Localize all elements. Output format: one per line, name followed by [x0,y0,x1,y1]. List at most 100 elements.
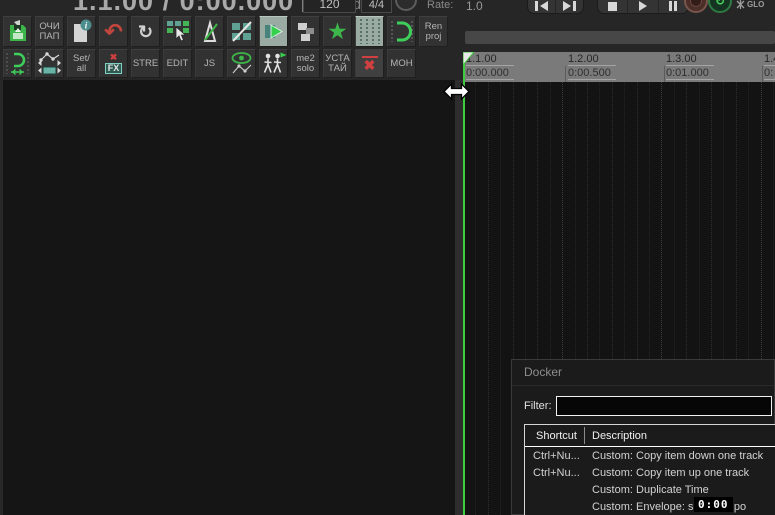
toolbar-favorite-button[interactable]: ★ [323,16,352,47]
transport-time-display[interactable]: 1.1.00 / 0:00.000 [73,0,294,17]
toolbar-button-label: JS [203,57,216,69]
pause-icon [669,1,673,11]
toolbar-button-label: Set/ all [73,52,90,74]
toolbar-snap-to-grid-button[interactable] [355,16,384,47]
timeline-ruler[interactable]: 1.1.00 0:00.000 1.2.00 0:00.500 1.3.00 0:01.0… [463,52,775,82]
track-panel-area [3,80,455,515]
description-cell: Custom: Duplicate Time [592,483,709,496]
star-icon: ★ [328,20,347,43]
go-to-end-button[interactable] [555,0,583,13]
table-row[interactable]: Custom: Duplicate Time [525,481,775,498]
toolbar-ochi-pap-button[interactable]: ОЧИ ПАП [35,16,64,47]
toolbar-row-2: Set/ all ✖ FX STRE EDIT JS me2 solo УСТА ТАЙ ✖ МО… [3,49,416,78]
docker-window: Docker Filter: Shortcut Description Ctrl… [511,359,775,515]
horizontal-scrollbar[interactable] [465,31,775,44]
play-icon [638,1,647,11]
stop-icon [608,1,618,11]
grid-hand-icon [166,19,190,45]
record-icon [690,0,702,7]
toolbar-envelope-visibility-button[interactable] [227,49,256,78]
bpm-field[interactable]: 120 [303,0,356,13]
ruler-beat-separator [664,66,665,82]
grid-line [475,82,476,515]
loop-dashed-icon [388,18,415,45]
docker-title[interactable]: Docker [524,365,562,379]
toolbar-grid-settings-button[interactable] [163,16,192,47]
description-cell: Custom: Copy item down one track [592,449,764,462]
ruler-time-label: 0:00.000 [466,67,514,80]
column-header-shortcut[interactable]: Shortcut [525,430,584,442]
toolbar-render-project-button[interactable]: Ren proj [419,16,448,47]
toolbar-loop-points-button[interactable] [3,49,32,78]
go-to-start-button[interactable] [528,0,555,13]
toolbar-save-project-button[interactable] [3,16,32,47]
repeat-button[interactable]: ↻ [708,0,732,13]
toolbar-edit-button[interactable]: EDIT [163,49,192,78]
ruler-time-label: 0:01.000 [666,67,714,80]
toolbar-item-play-button[interactable] [259,16,288,47]
toolbar-row-1: ОЧИ ПАП i ↶ ↻ ★ Ren proj [3,16,448,47]
toolbar-walk-items-button[interactable] [259,49,288,78]
filter-input[interactable] [555,396,772,416]
redo-icon: ↻ [137,21,154,42]
list-rows: Ctrl+Nu... Custom: Copy item down one tra… [525,447,775,515]
walk-icon [260,51,287,77]
toolbar-js-button[interactable]: JS [195,49,224,78]
edit-cursor [463,52,465,515]
toolbar-set-all-button[interactable]: Set/ all [67,49,96,78]
global-automation-button[interactable]: GLO [736,0,764,9]
toolbar-button-label: EDIT [166,57,189,69]
toolbar-button-label: me2 solo [296,52,315,74]
layers-icon [294,19,318,45]
time-signature-field[interactable]: 4/4 [361,0,392,13]
toolbar-undo-button[interactable]: ↶ [99,16,128,47]
panel-splitter[interactable] [455,80,463,515]
play-button[interactable] [627,0,657,13]
toolbar-me2-solo-button[interactable]: me2 solo [291,49,320,78]
shortcut-cell: Ctrl+Nu... [533,466,580,479]
grid-line [488,82,489,515]
toolbar-project-info-button[interactable]: i [67,16,96,47]
toolbar-usta-tai-button[interactable]: УСТА ТАЙ [323,49,352,78]
ruler-beat-label: 1.4 [764,53,775,66]
rate-value[interactable]: 1.0 [466,0,483,13]
fx-off-icon: ✖ FX [104,53,123,74]
toolbar-ripple-edit-button[interactable] [227,16,256,47]
playrate-knob[interactable] [395,0,417,11]
transport-play-group [597,0,689,14]
ruler-beat-label: 1.2.00 [568,53,616,66]
toolbar-redo-button[interactable]: ↻ [131,16,160,47]
ruler-mark: 1.40: [764,53,775,80]
toolbar-metronome-button[interactable] [195,16,224,47]
toolbar-monitor-button[interactable]: МОН [387,49,416,78]
toolbar-envelope-range-button[interactable] [35,49,64,78]
toolbar-loop-selection-button[interactable] [387,16,416,47]
go-to-start-icon [535,1,538,11]
ruler-mark: 1.2.00 0:00.500 [568,53,616,80]
rate-label: Rate: [427,0,454,11]
global-automation-label: GLO [747,0,765,9]
stop-button[interactable] [598,0,627,13]
shortcut-cell: Ctrl+Nu... [533,449,580,462]
table-row[interactable]: Custom: Envelope: select all po [525,498,775,515]
toolbar-stretch-button[interactable]: STRE [131,49,160,78]
column-header-description[interactable]: Description [584,430,775,442]
table-row[interactable]: Ctrl+Nu... Custom: Copy item up one track [525,464,775,481]
table-row[interactable]: Ctrl+Nu... Custom: Copy item down one tra… [525,447,775,464]
loop-arrows-icon [4,51,31,77]
toolbar-fx-bypass-button[interactable]: ✖ FX [99,49,128,78]
toolbar-remove-button[interactable]: ✖ [355,49,384,78]
toolbar-button-label: STRE [132,57,159,69]
save-icon [7,19,29,44]
transport-seek-group [527,0,584,14]
list-header: Shortcut Description [525,425,775,447]
ruler-beat-separator [565,66,566,82]
envelope-arrows-icon [36,51,63,77]
column-divider[interactable] [584,427,585,444]
doc-info-icon: i [70,19,94,44]
toolbar-duplicate-items-button[interactable] [291,16,320,47]
filter-label: Filter: [524,400,552,412]
envelope-eye-icon [229,51,254,77]
toolbar-button-label: МОН [390,57,413,69]
shortcut-list: Shortcut Description Ctrl+Nu... Custom: C… [524,424,775,515]
